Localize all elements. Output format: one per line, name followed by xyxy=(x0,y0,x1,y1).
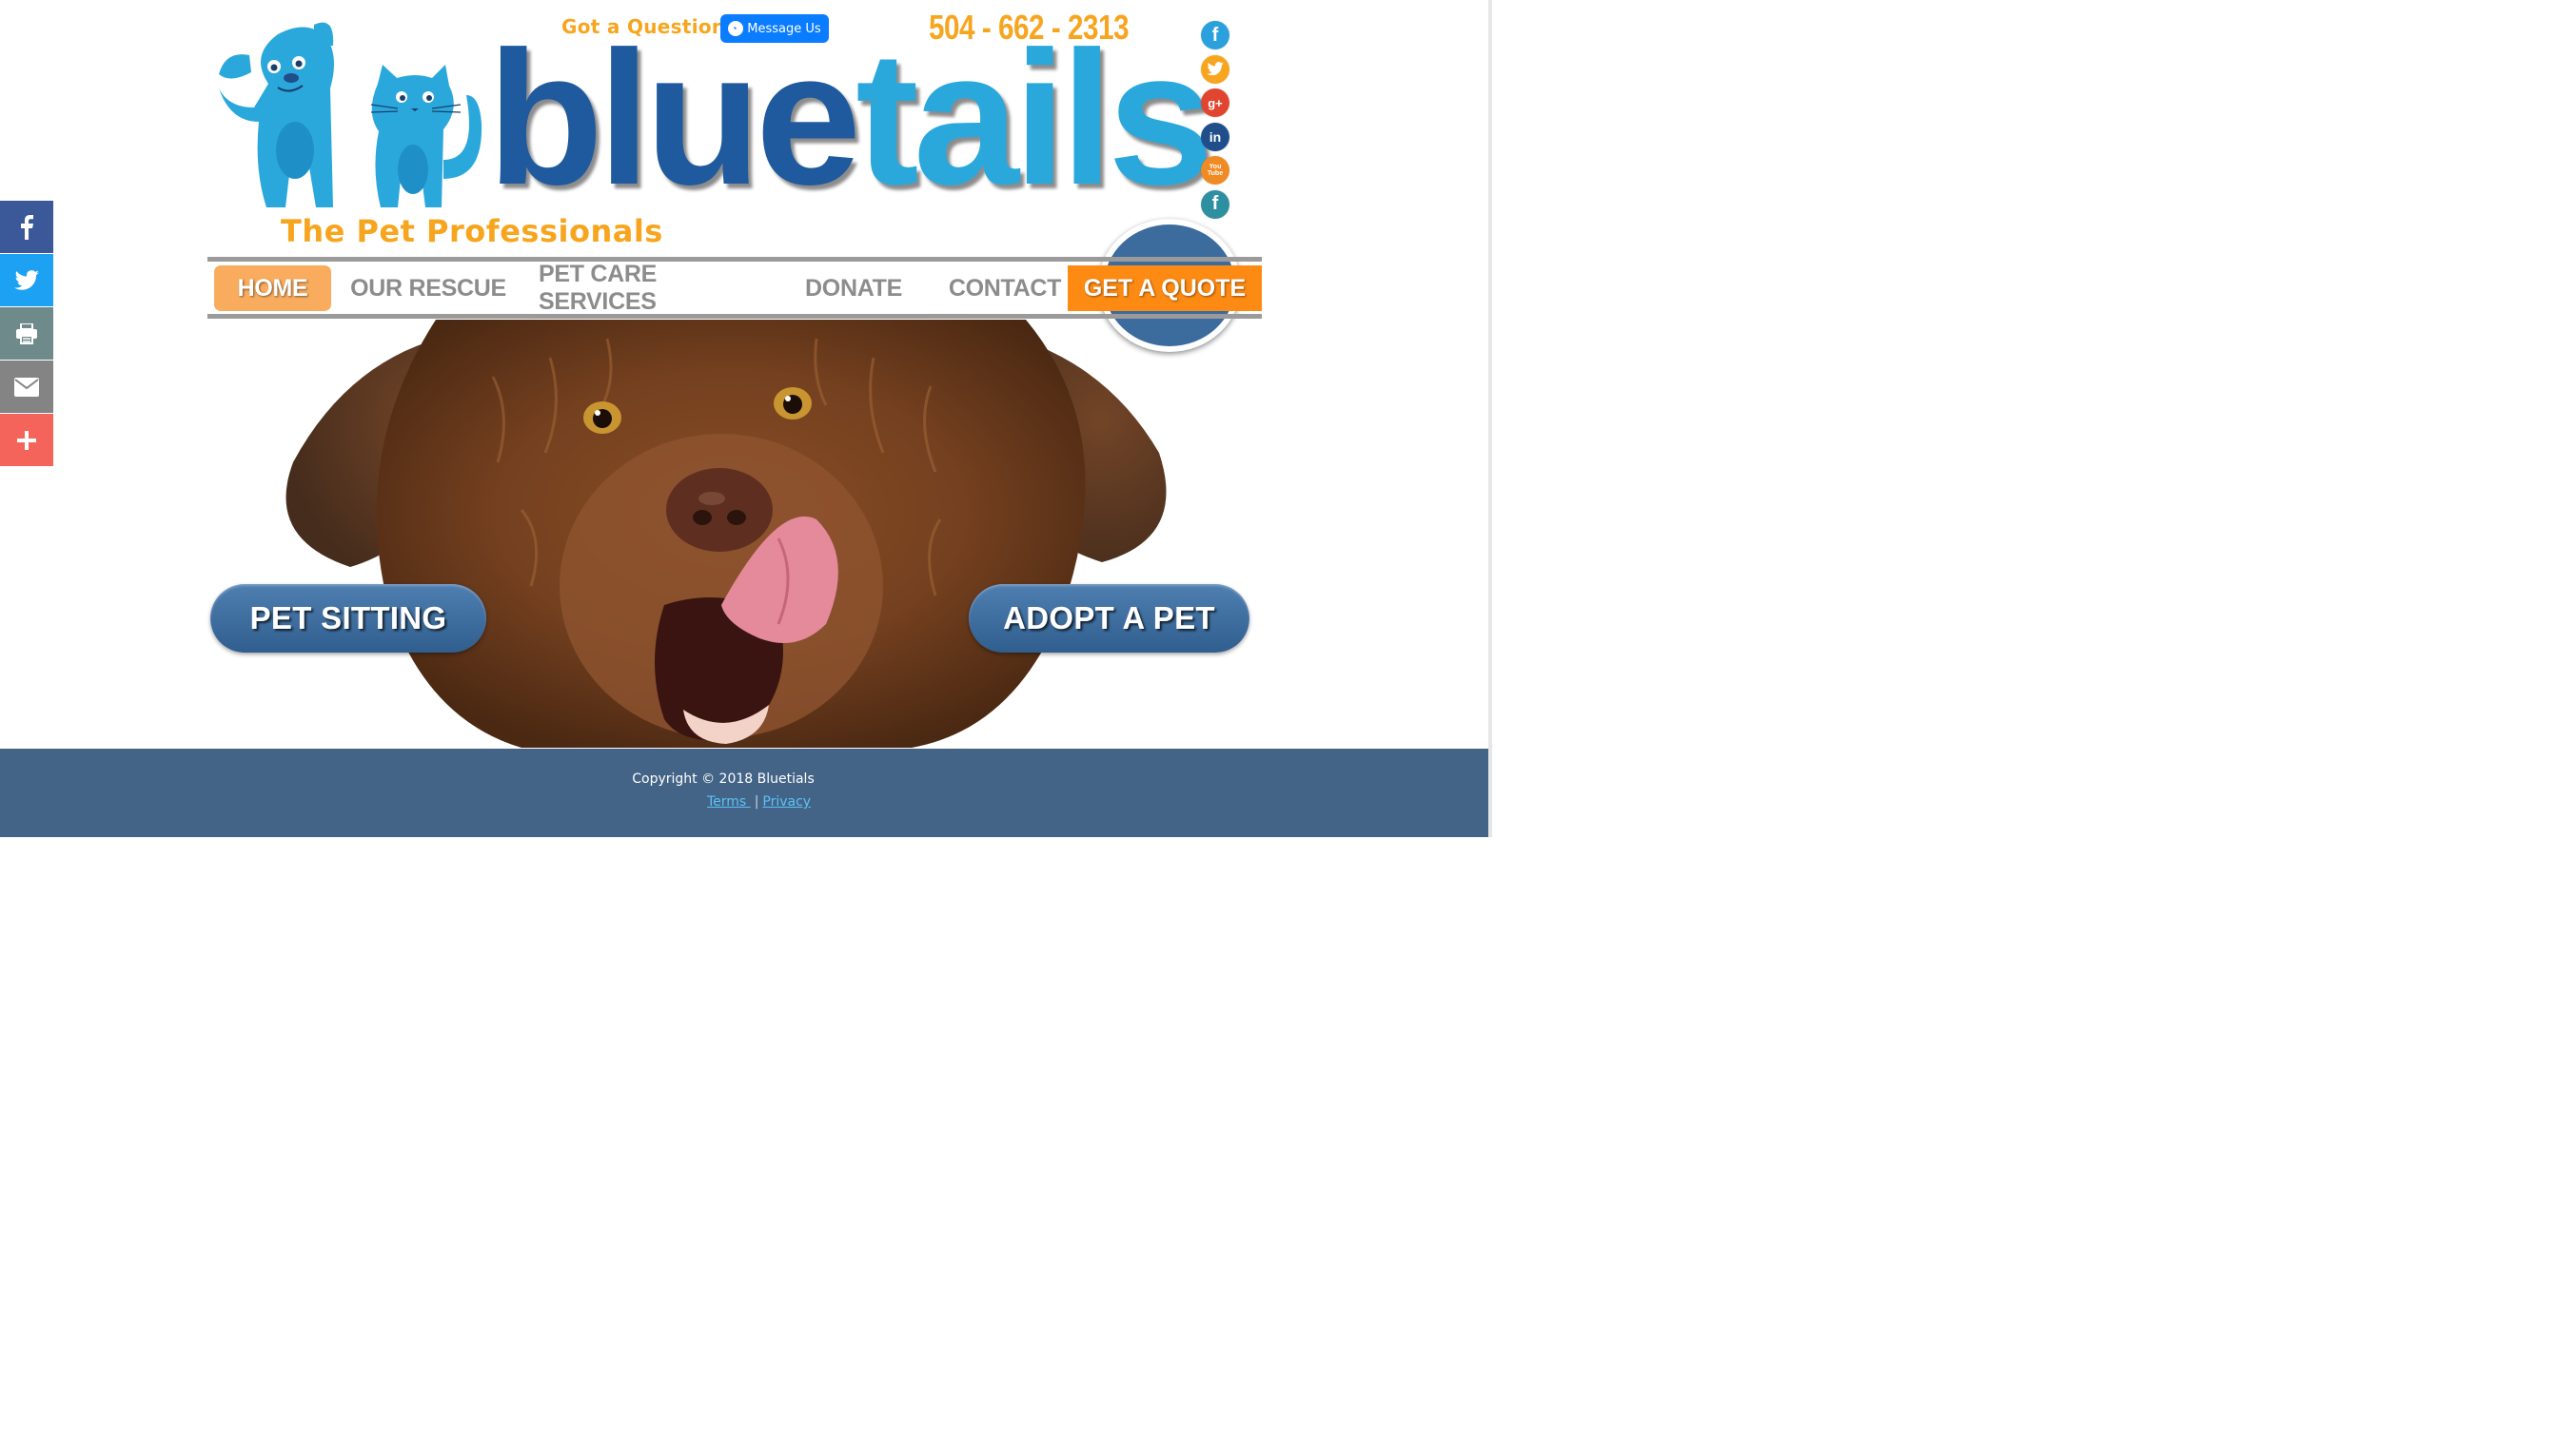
nav-item-our-rescue[interactable]: OUR RESCUE xyxy=(348,265,508,311)
facebook-icon xyxy=(21,214,33,240)
footer: Copyright © 2018 Bluetials Terms | Privac… xyxy=(0,749,1488,837)
wordmark-tails: tails xyxy=(855,12,1213,225)
terms-link[interactable]: Terms xyxy=(707,794,751,810)
facebook-link[interactable]: f xyxy=(1201,21,1229,49)
footer-separator: | xyxy=(754,794,759,810)
share-more-button[interactable] xyxy=(0,414,53,466)
dog-cat-logo-icon[interactable] xyxy=(211,17,487,212)
twitter-link[interactable] xyxy=(1201,54,1229,84)
print-icon xyxy=(16,322,37,344)
hero-dog-image xyxy=(285,320,1167,748)
facebook-icon: f xyxy=(1211,24,1219,46)
youtube-icon: You Tube xyxy=(1207,164,1224,177)
get-a-quote-button[interactable]: GET A QUOTE xyxy=(1068,265,1262,311)
footer-links: Terms | Privacy xyxy=(707,794,811,810)
copyright-text: Copyright © 2018 Bluetials xyxy=(632,771,815,787)
youtube-link[interactable]: You Tube xyxy=(1201,156,1229,185)
facebook-link-2[interactable]: f xyxy=(1201,189,1229,219)
pet-sitting-button[interactable]: PET SITTING xyxy=(210,584,486,653)
share-bar xyxy=(0,201,53,467)
linkedin-icon: in xyxy=(1209,128,1222,145)
page: Got a Question? Message Us 504 - 662 - 2… xyxy=(0,0,1492,837)
google-plus-link[interactable]: g+ xyxy=(1201,88,1229,117)
share-email-button[interactable] xyxy=(0,361,53,413)
bluetails-wordmark[interactable]: bluetails xyxy=(487,19,1213,219)
twitter-icon xyxy=(14,269,39,290)
twitter-icon xyxy=(1207,62,1224,76)
nav-item-home[interactable]: HOME xyxy=(214,265,331,311)
google-plus-icon: g+ xyxy=(1208,95,1223,110)
nav-item-pet-care-services[interactable]: PET CARE SERVICES xyxy=(539,261,767,315)
plus-icon xyxy=(17,430,36,450)
adopt-a-pet-button[interactable]: ADOPT A PET xyxy=(969,584,1249,653)
share-facebook-button[interactable] xyxy=(0,201,53,253)
tagline: The Pet Professionals xyxy=(281,213,663,249)
wordmark-blue: blue xyxy=(487,12,861,225)
share-print-button[interactable] xyxy=(0,307,53,360)
share-twitter-button[interactable] xyxy=(0,254,53,306)
social-links: f g+ in You Tube f xyxy=(1201,21,1231,224)
nav-item-donate[interactable]: DONATE xyxy=(796,265,912,311)
privacy-link[interactable]: Privacy xyxy=(762,794,811,810)
email-icon xyxy=(14,377,39,397)
facebook-icon: f xyxy=(1211,193,1219,214)
nav-item-contact[interactable]: CONTACT xyxy=(940,265,1070,311)
linkedin-link[interactable]: in xyxy=(1201,122,1229,151)
page-edge xyxy=(1488,0,1492,837)
